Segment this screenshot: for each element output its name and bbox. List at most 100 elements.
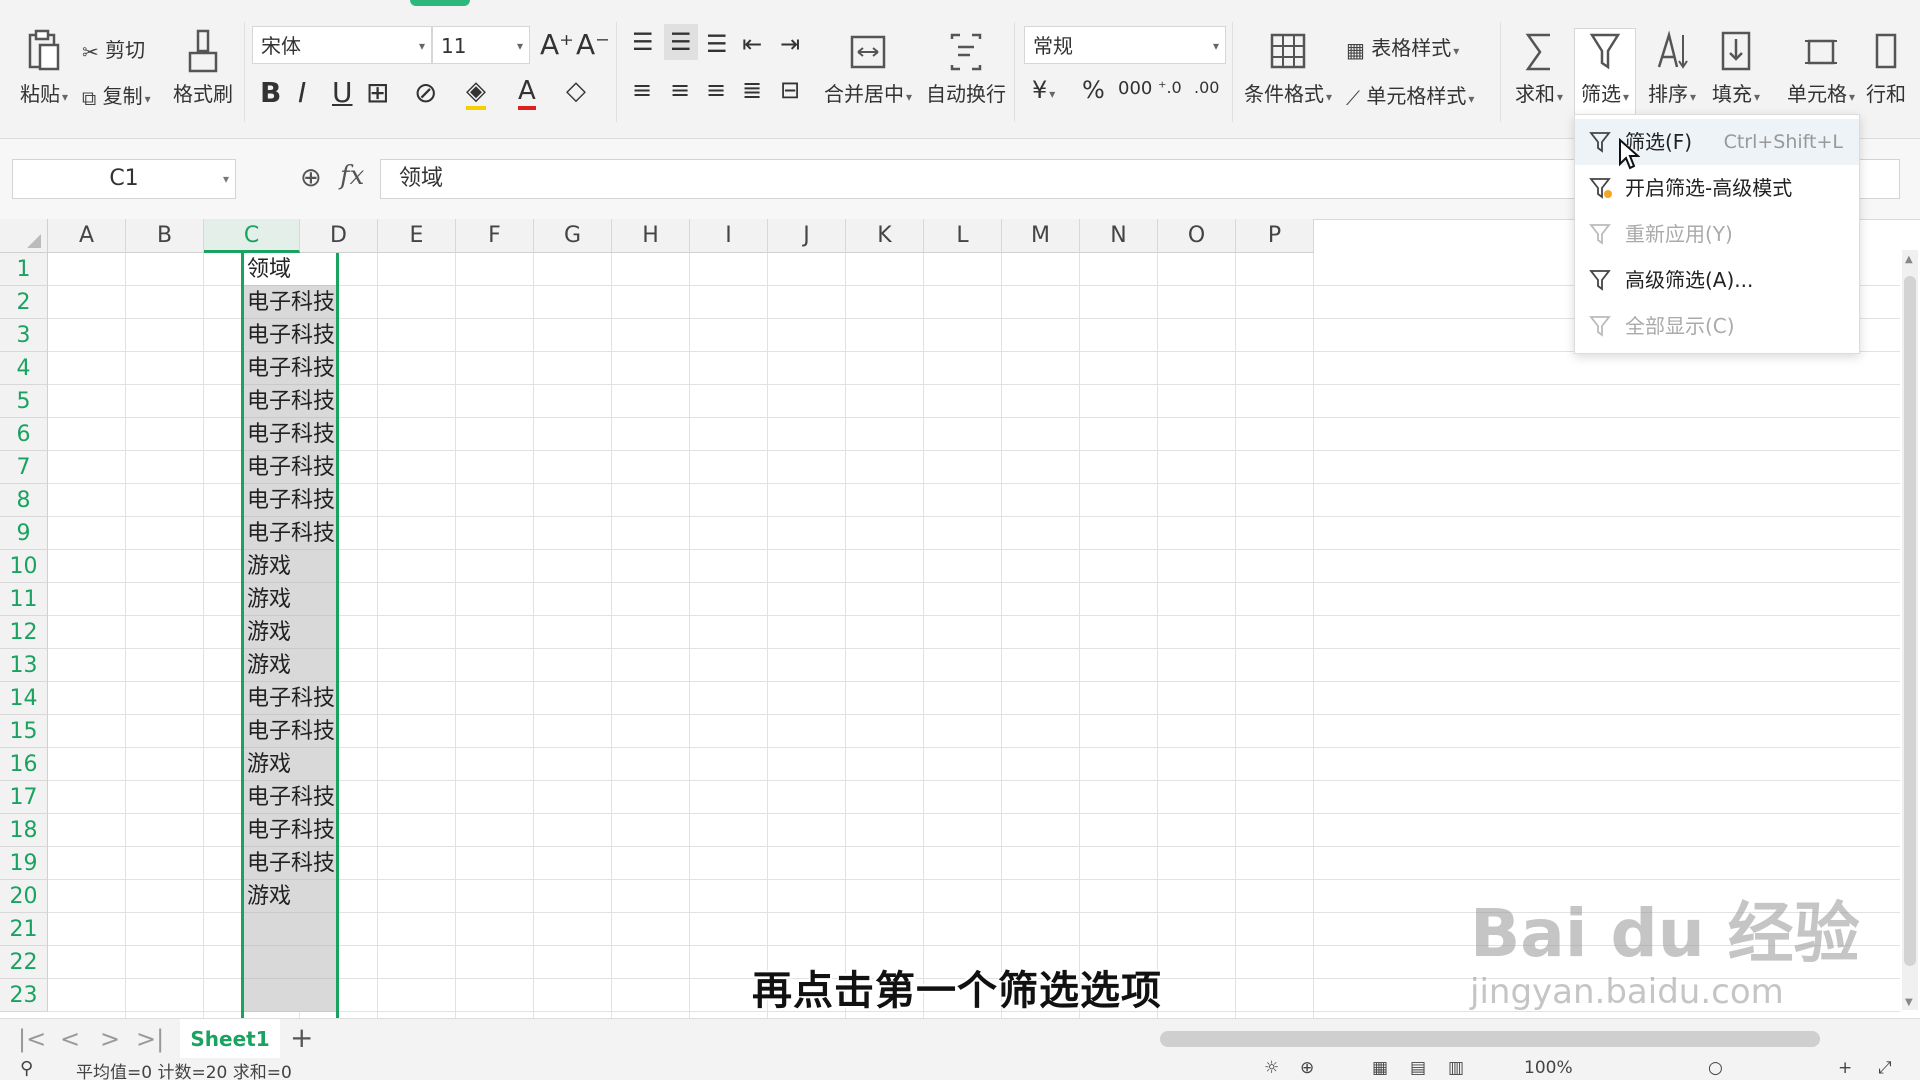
bold-button[interactable]: B — [260, 76, 281, 109]
cell-c19[interactable]: 电子科技 — [243, 847, 337, 880]
row-header-6[interactable]: 6 — [0, 418, 48, 451]
horizontal-scroll-thumb[interactable] — [1160, 1031, 1820, 1047]
align-center-button[interactable]: ≡ — [670, 76, 690, 104]
fill-style-button[interactable]: ⊘ — [414, 76, 437, 109]
column-header-i[interactable]: I — [690, 219, 768, 253]
row-header-22[interactable]: 22 — [0, 946, 48, 979]
increase-decimal-button[interactable]: ⁺.0 — [1158, 78, 1182, 97]
row-header-19[interactable]: 19 — [0, 847, 48, 880]
filter-button[interactable]: 筛选 — [1574, 26, 1636, 107]
page-layout-icon[interactable]: ▤ — [1410, 1058, 1426, 1078]
row-header-15[interactable]: 15 — [0, 715, 48, 748]
clear-button[interactable]: ◇ — [566, 76, 586, 106]
cell-c23[interactable] — [243, 979, 337, 1012]
column-header-m[interactable]: M — [1002, 219, 1080, 253]
column-header-g[interactable]: G — [534, 219, 612, 253]
row-header-12[interactable]: 12 — [0, 616, 48, 649]
cell-c8[interactable]: 电子科技 — [243, 484, 337, 517]
cell-c20[interactable]: 游戏 — [243, 880, 337, 913]
last-sheet-icon[interactable]: >| — [136, 1025, 164, 1053]
row-header-2[interactable]: 2 — [0, 286, 48, 319]
scroll-up-icon[interactable]: ▲ — [1905, 254, 1913, 265]
name-box[interactable]: C1 ▾ — [12, 159, 236, 199]
cell-c18[interactable]: 电子科技 — [243, 814, 337, 847]
row-header-1[interactable]: 1 — [0, 253, 48, 286]
row-header-16[interactable]: 16 — [0, 748, 48, 781]
sort-button[interactable]: 排序 — [1642, 26, 1702, 107]
format-painter-button[interactable]: 格式刷 — [170, 26, 236, 107]
row-header-23[interactable]: 23 — [0, 979, 48, 1012]
fx-icon[interactable]: fx — [340, 161, 364, 191]
zoom-search-icon[interactable]: ⊕ — [300, 163, 322, 193]
row-col-button[interactable]: 行和 — [1866, 26, 1906, 107]
decrease-font-button[interactable]: A⁻ — [576, 28, 610, 61]
font-color-button[interactable]: A — [518, 76, 536, 110]
scroll-down-icon[interactable]: ▼ — [1905, 997, 1913, 1008]
add-sheet-button[interactable]: + — [290, 1021, 313, 1054]
number-format-select[interactable]: 常规 ▾ — [1024, 26, 1226, 64]
percent-button[interactable]: % — [1082, 76, 1105, 104]
vertical-scrollbar[interactable]: ▲ ▼ — [1902, 250, 1918, 1010]
cell-c15[interactable]: 电子科技 — [243, 715, 337, 748]
cell-c13[interactable]: 游戏 — [243, 649, 337, 682]
zoom-out-icon[interactable]: ○ — [1708, 1058, 1723, 1078]
sum-button[interactable]: 求和 — [1510, 26, 1568, 107]
align-bottom-button[interactable]: ☰ — [706, 30, 728, 58]
vertical-scroll-thumb[interactable] — [1904, 276, 1916, 966]
next-sheet-icon[interactable]: > — [100, 1025, 120, 1053]
indent-increase-button[interactable]: ⇥ — [780, 30, 800, 58]
cell-c4[interactable]: 电子科技 — [243, 352, 337, 385]
indent-decrease-button[interactable]: ⇤ — [742, 30, 762, 58]
column-header-c[interactable]: C — [204, 219, 300, 253]
column-header-p[interactable]: P — [1236, 219, 1314, 253]
currency-button[interactable]: ¥ — [1032, 76, 1055, 104]
italic-button[interactable]: I — [298, 76, 306, 109]
cut-button[interactable]: ✂ 剪切 — [82, 34, 145, 64]
row-header-18[interactable]: 18 — [0, 814, 48, 847]
column-header-e[interactable]: E — [378, 219, 456, 253]
filter-menu-item-4[interactable]: 高级筛选(A)... — [1575, 257, 1859, 303]
wrap-text-button[interactable]: 自动换行 — [924, 26, 1008, 107]
align-middle-button[interactable]: ☰ — [664, 24, 698, 60]
cell-c5[interactable]: 电子科技 — [243, 385, 337, 418]
column-header-b[interactable]: B — [126, 219, 204, 253]
table-style-button[interactable]: ▦ 表格样式 — [1346, 32, 1459, 62]
fullscreen-icon[interactable]: ⤢ — [1878, 1058, 1892, 1078]
justify-button[interactable]: ≣ — [742, 76, 762, 104]
font-size-select[interactable]: 11 ▾ — [432, 26, 530, 64]
cell-c17[interactable]: 电子科技 — [243, 781, 337, 814]
page-break-icon[interactable]: ▥ — [1448, 1058, 1464, 1078]
normal-view-icon[interactable]: ▦ — [1372, 1058, 1388, 1078]
cell-c7[interactable]: 电子科技 — [243, 451, 337, 484]
paste-button[interactable]: 粘贴 — [14, 26, 74, 107]
conditional-format-button[interactable]: 条件格式 — [1240, 26, 1336, 107]
row-header-10[interactable]: 10 — [0, 550, 48, 583]
underline-button[interactable]: U — [332, 76, 353, 109]
column-header-l[interactable]: L — [924, 219, 1002, 253]
cell-c14[interactable]: 电子科技 — [243, 682, 337, 715]
cell-c1[interactable]: 领域 — [243, 253, 337, 286]
cell-button[interactable]: 单元格 — [1780, 26, 1862, 107]
row-header-3[interactable]: 3 — [0, 319, 48, 352]
zoom-in-icon[interactable]: + — [1838, 1058, 1852, 1078]
merge-center-button[interactable]: 合并居中 — [822, 26, 914, 107]
column-header-d[interactable]: D — [300, 219, 378, 253]
border-button[interactable]: ⊞ — [366, 76, 389, 109]
column-header-f[interactable]: F — [456, 219, 534, 253]
row-header-4[interactable]: 4 — [0, 352, 48, 385]
column-header-a[interactable]: A — [48, 219, 126, 253]
eye-protection-icon[interactable]: ☼ — [1264, 1058, 1279, 1078]
zoom-level[interactable]: 100% — [1524, 1058, 1573, 1078]
cell-c2[interactable]: 电子科技 — [243, 286, 337, 319]
column-header-o[interactable]: O — [1158, 219, 1236, 253]
row-header-9[interactable]: 9 — [0, 517, 48, 550]
align-top-button[interactable]: ☰ — [632, 28, 654, 56]
increase-font-button[interactable]: A⁺ — [540, 28, 574, 61]
distributed-button[interactable]: ⊟ — [780, 76, 800, 104]
prev-sheet-icon[interactable]: < — [60, 1025, 80, 1053]
align-left-button[interactable]: ≡ — [632, 76, 652, 104]
horizontal-scrollbar[interactable] — [1160, 1031, 1820, 1047]
fill-button[interactable]: 填充 — [1706, 26, 1766, 107]
select-all-corner[interactable] — [0, 219, 48, 253]
cell-c9[interactable]: 电子科技 — [243, 517, 337, 550]
